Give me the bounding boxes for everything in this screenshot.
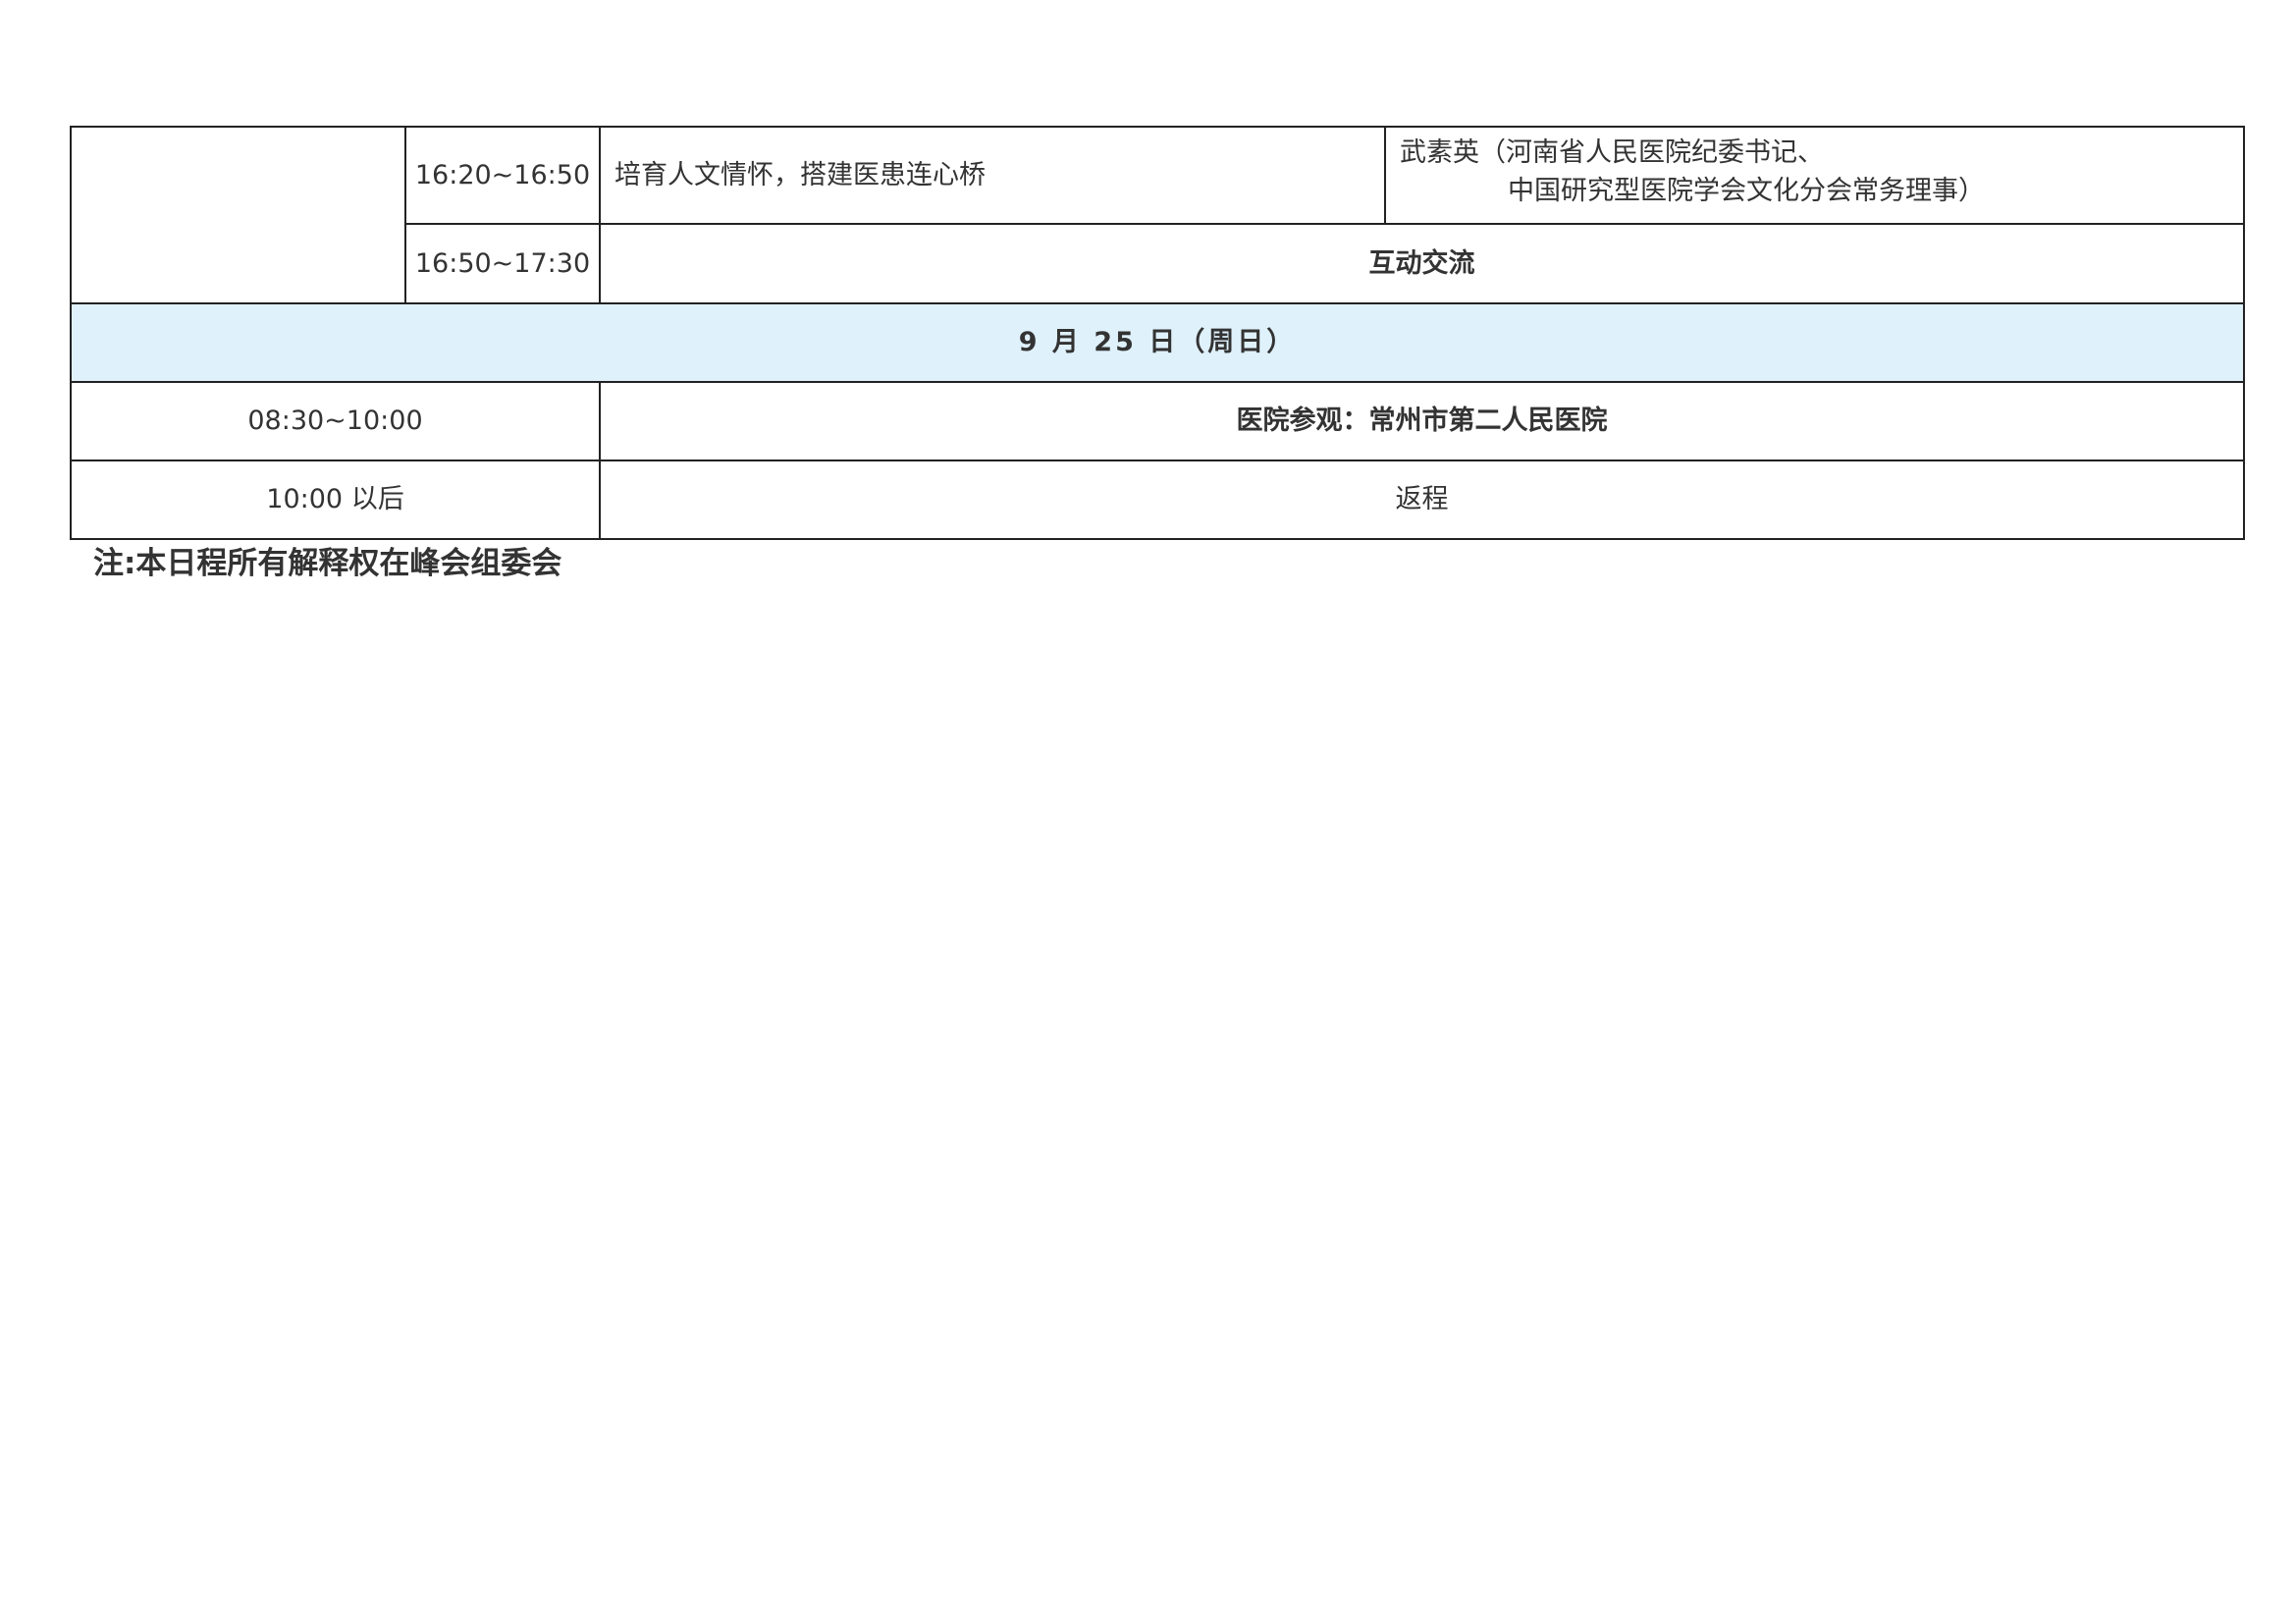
time-cell: 16:50~17:30: [404, 223, 601, 304]
time-cell: 08:30~10:00: [70, 381, 601, 461]
table-row: 16:20~16:50 培育人文情怀，搭建医患连心桥 武素英（河南省人民医院纪委…: [70, 126, 2245, 304]
speaker-cell: 武素英（河南省人民医院纪委书记、 中国研究型医院学会文化分会常务理事）: [1384, 126, 2245, 225]
table-row: 08:30~10:00 医院参观：常州市第二人民医院: [70, 381, 2245, 461]
schedule-table: 16:20~16:50 培育人文情怀，搭建医患连心桥 武素英（河南省人民医院纪委…: [70, 126, 2245, 540]
day-header: 9 月 25 日（周日）: [70, 302, 2245, 383]
time-cell: 16:20~16:50: [404, 126, 601, 225]
footnote: 注:本日程所有解释权在峰会组委会: [93, 546, 562, 581]
speaker-affiliation: 中国研究型医院学会文化分会常务理事）: [1508, 176, 1985, 207]
speaker-name: 武素英（河南省人民医院纪委书记、: [1400, 137, 1824, 168]
table-row: 10:00 以后 返程: [70, 460, 2245, 540]
day-header-row: 9 月 25 日（周日）: [70, 302, 2245, 383]
topic-cell: 互动交流: [599, 223, 2245, 304]
session-label-cell: [70, 126, 406, 304]
activity-cell: 医院参观：常州市第二人民医院: [599, 381, 2245, 461]
activity-cell: 返程: [599, 460, 2245, 540]
topic-cell: 培育人文情怀，搭建医患连心桥: [599, 126, 1386, 225]
time-cell: 10:00 以后: [70, 460, 601, 540]
